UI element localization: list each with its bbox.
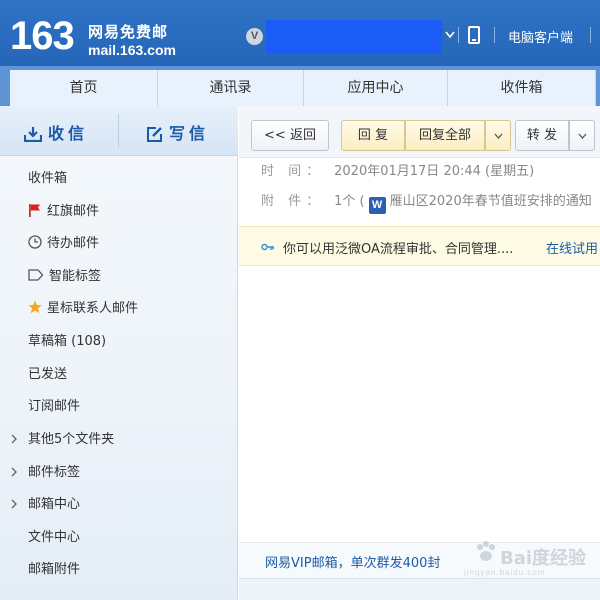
sidebar-item-todo[interactable]: 待办邮件 — [28, 234, 99, 254]
sidebar-item-drafts[interactable]: 草稿箱 (108) — [28, 332, 106, 352]
time-value: 2020年01月17日 20:44 (星期五) — [334, 164, 535, 179]
message-attachment-row: 附 件： 1个 (W 雁山区2020年春节值班安排的通知 — [261, 193, 592, 214]
chevron-down-icon[interactable] — [445, 28, 455, 42]
chevron-right-icon[interactable] — [10, 434, 18, 444]
sidebar-actions: 收信 写信 — [0, 106, 238, 156]
sidebar-item-attachments[interactable]: 邮箱附件 — [28, 560, 80, 580]
vip-badge-icon[interactable]: V — [246, 28, 263, 45]
ad-text: 你可以用泛微OA流程审批、合同管理.... — [283, 242, 514, 257]
sidebar-item-inbox[interactable]: 收件箱 — [28, 169, 67, 189]
receive-mail-label: 收信 — [48, 124, 89, 143]
header-divider — [590, 27, 591, 43]
sidebar-item-label: 订阅邮件 — [28, 399, 81, 414]
red-flag-icon — [29, 204, 40, 217]
app-header: 163 网易免费邮 mail.163.com V 电脑客户端 — [0, 0, 600, 66]
logo-number[interactable]: 163 — [10, 16, 75, 56]
sidebar-item-label: 邮箱中心 — [28, 497, 81, 512]
sidebar-item-label: 邮件标签 — [28, 465, 81, 480]
message-time-row: 时 间： 2020年01月17日 20:44 (星期五) — [261, 163, 534, 181]
sidebar-item-starred-contacts[interactable]: 星标联系人邮件 — [28, 299, 138, 319]
tab-app-center[interactable]: 应用中心 — [304, 70, 448, 106]
left-sidebar: 收信 写信 收件箱 红旗邮件 待办邮件 智能标签 星标联系人邮件 草稿箱 (10… — [0, 106, 238, 600]
watermark-url: jingyan.baidu.com — [464, 568, 546, 577]
watermark-text: Bai度经验 — [500, 548, 587, 569]
sidebar-item-flagged[interactable]: 红旗邮件 — [28, 202, 99, 222]
time-label: 时 间： — [261, 164, 325, 179]
chevron-right-icon[interactable] — [10, 467, 18, 477]
sidebar-item-smart-tags[interactable]: 智能标签 — [28, 267, 101, 287]
sidebar-item-label: 草稿箱 (108) — [28, 334, 107, 349]
message-view: << 返回 回 复 回复全部 转 发 时 间： 2020年01月17日 20:44… — [239, 106, 600, 600]
attachment-name-link[interactable]: 雁山区2020年春节值班安排的通知 — [390, 194, 592, 209]
vip-promo-link[interactable]: 网易VIP邮箱，单次群发400封 — [265, 552, 440, 571]
reply-all-button[interactable]: 回复全部 — [405, 120, 485, 151]
inbox-download-icon — [23, 127, 43, 143]
sidebar-actions-divider — [118, 114, 119, 148]
message-toolbar: << 返回 回 复 回复全部 转 发 — [239, 106, 600, 158]
forward-dropdown[interactable] — [569, 120, 595, 151]
receive-mail-button[interactable]: 收信 — [23, 120, 89, 144]
bottom-strip — [239, 578, 600, 600]
sidebar-item-label: 待办邮件 — [47, 236, 100, 251]
mobile-phone-icon[interactable] — [468, 26, 480, 44]
account-name-redacted[interactable] — [266, 20, 442, 54]
chevron-down-icon — [578, 133, 587, 139]
sidebar-item-label: 其他5个文件夹 — [28, 432, 115, 447]
attachment-count: 1个 ( — [334, 194, 365, 209]
sidebar-item-subscriptions[interactable]: 订阅邮件 — [28, 397, 80, 417]
tab-home[interactable]: 首页 — [10, 70, 158, 106]
tab-contacts[interactable]: 通讯录 — [158, 70, 304, 106]
logo-title: 网易免费邮 — [88, 23, 169, 41]
sidebar-item-label: 文件中心 — [28, 530, 81, 545]
sidebar-item-label: 星标联系人邮件 — [47, 301, 139, 316]
sidebar-item-label: 智能标签 — [49, 269, 102, 284]
compose-mail-label: 写信 — [169, 124, 210, 143]
tag-icon — [28, 269, 44, 281]
logo-domain: mail.163.com — [88, 42, 176, 58]
reply-button[interactable]: 回 复 — [341, 120, 405, 151]
clock-icon — [28, 235, 42, 249]
forward-button[interactable]: 转 发 — [515, 120, 569, 151]
baidu-jingyan-watermark: Bai度经验 jingyan.baidu.com — [460, 538, 590, 578]
sidebar-item-file-center[interactable]: 文件中心 — [28, 528, 80, 548]
key-icon — [261, 243, 274, 251]
header-divider — [494, 27, 495, 43]
word-document-icon: W — [368, 197, 386, 214]
sidebar-item-other-folders[interactable]: 其他5个文件夹 — [28, 430, 114, 450]
sidebar-item-mail-tags[interactable]: 邮件标签 — [28, 463, 80, 483]
desktop-client-link[interactable]: 电脑客户端 — [508, 27, 573, 46]
chevron-right-icon[interactable] — [10, 499, 18, 509]
ad-banner: 你可以用泛微OA流程审批、合同管理.... 在线试用 — [239, 226, 600, 266]
header-divider — [458, 27, 459, 43]
sidebar-item-label: 红旗邮件 — [47, 204, 100, 219]
compose-pencil-icon — [147, 127, 162, 142]
sidebar-item-label: 已发送 — [28, 367, 68, 382]
attachment-label: 附 件： — [261, 194, 325, 209]
tab-inbox[interactable]: 收件箱 — [448, 70, 596, 106]
back-button[interactable]: << 返回 — [251, 120, 329, 151]
sidebar-item-label: 邮箱附件 — [28, 562, 81, 577]
star-icon — [28, 300, 42, 314]
compose-mail-button[interactable]: 写信 — [146, 120, 209, 144]
top-tab-bar: 首页 通讯录 应用中心 收件箱 — [0, 66, 600, 106]
sidebar-item-label: 收件箱 — [28, 171, 68, 186]
paw-icon — [477, 541, 495, 561]
sidebar-item-sent[interactable]: 已发送 — [28, 365, 67, 385]
chevron-down-icon — [494, 133, 503, 139]
ad-trial-link[interactable]: 在线试用 — [546, 238, 598, 257]
sidebar-item-mailbox-center[interactable]: 邮箱中心 — [28, 495, 80, 515]
reply-all-dropdown[interactable] — [485, 120, 511, 151]
